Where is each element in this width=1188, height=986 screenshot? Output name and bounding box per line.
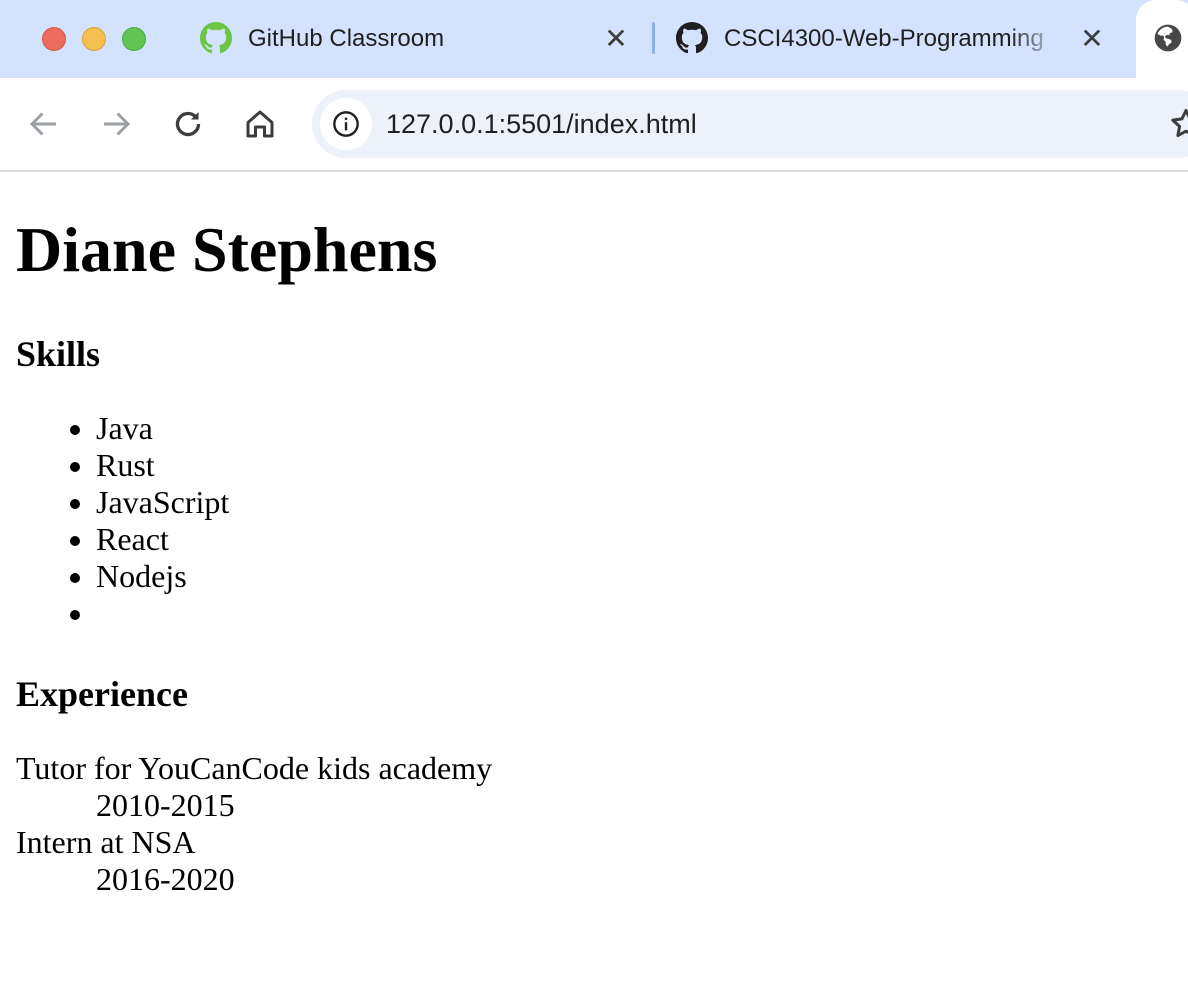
home-icon[interactable] bbox=[242, 106, 278, 142]
tab-github-classroom[interactable]: GitHub Classroom ✕ bbox=[180, 0, 640, 78]
page-heading: Diane Stephens bbox=[16, 214, 438, 285]
skill-item: Rust bbox=[96, 447, 229, 484]
tab-csci4300[interactable]: CSCI4300-Web-Programming ✕ bbox=[656, 0, 1124, 78]
experience-heading: Experience bbox=[16, 674, 188, 714]
bookmark-star-icon[interactable] bbox=[1168, 106, 1188, 142]
tab-active[interactable] bbox=[1136, 0, 1188, 78]
skill-item: Java bbox=[96, 410, 229, 447]
experience-years: 2016-2020 bbox=[96, 861, 235, 897]
reload-icon[interactable] bbox=[170, 106, 206, 142]
info-icon bbox=[333, 111, 359, 137]
tab-close-icon[interactable]: ✕ bbox=[602, 25, 630, 53]
page-content: Diane Stephens Skills Java Rust JavaScri… bbox=[0, 172, 1188, 986]
window-zoom-button[interactable] bbox=[122, 27, 146, 51]
address-bar[interactable]: 127.0.0.1:5501/index.html bbox=[312, 90, 1188, 158]
forward-arrow-icon[interactable] bbox=[98, 106, 134, 142]
skill-item: React bbox=[96, 521, 229, 558]
experience-years: 2010-2015 bbox=[96, 787, 235, 823]
window-minimize-button[interactable] bbox=[82, 27, 106, 51]
skills-list: Java Rust JavaScript React Nodejs bbox=[16, 410, 229, 632]
github-icon bbox=[676, 22, 708, 54]
tab-separator bbox=[652, 22, 655, 54]
skill-item-empty bbox=[96, 595, 229, 632]
globe-icon bbox=[1154, 24, 1182, 52]
back-arrow-icon[interactable] bbox=[26, 106, 62, 142]
skills-heading: Skills bbox=[16, 334, 101, 374]
skill-item: JavaScript bbox=[96, 484, 229, 521]
skill-item: Nodejs bbox=[96, 558, 229, 595]
tab-close-icon[interactable]: ✕ bbox=[1078, 25, 1106, 53]
experience-role: Tutor for YouCanCode kids academy bbox=[16, 750, 493, 786]
window-close-button[interactable] bbox=[42, 27, 66, 51]
site-info-button[interactable] bbox=[320, 98, 372, 150]
browser-toolbar: 127.0.0.1:5501/index.html bbox=[0, 78, 1188, 171]
experience-list: Tutor for YouCanCode kids academy 2010-2… bbox=[16, 750, 492, 898]
github-icon bbox=[200, 22, 232, 54]
url-text[interactable]: 127.0.0.1:5501/index.html bbox=[386, 108, 697, 140]
tab-title: GitHub Classroom bbox=[248, 25, 445, 52]
tab-title: CSCI4300-Web-Programming bbox=[724, 25, 1044, 52]
experience-role: Intern at NSA bbox=[16, 824, 196, 860]
tab-strip: GitHub Classroom ✕ CSCI4300-Web-Programm… bbox=[0, 0, 1188, 78]
